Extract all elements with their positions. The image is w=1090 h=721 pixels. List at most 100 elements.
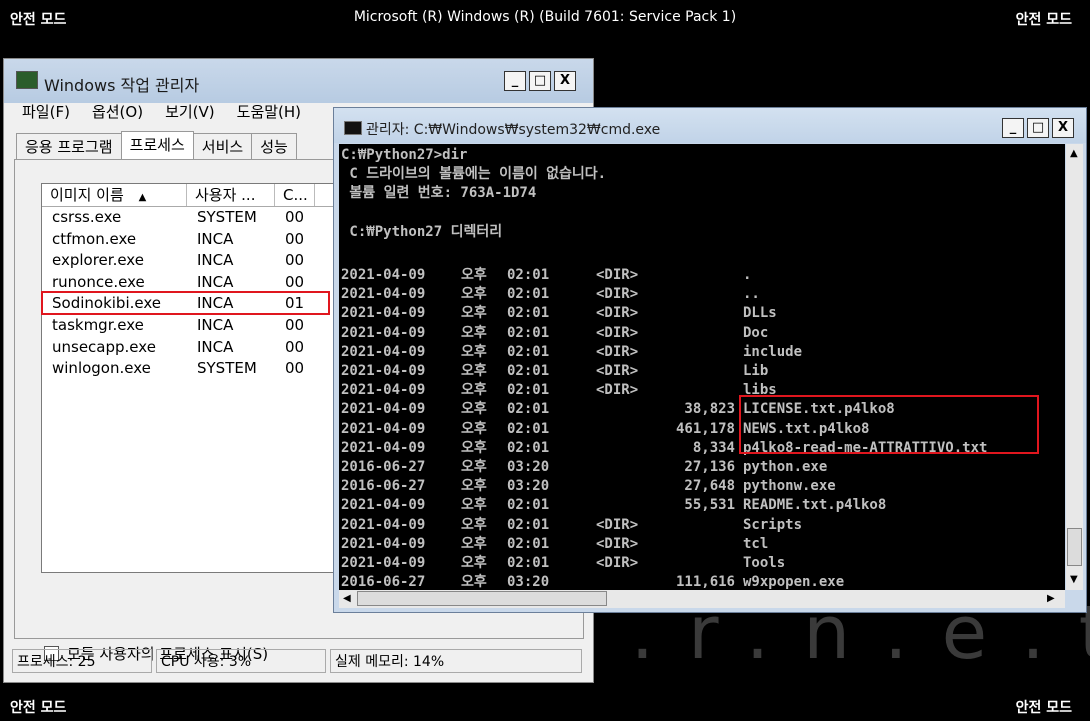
horizontal-scrollbar[interactable]: ◀ ▶ <box>339 590 1065 608</box>
entry-ampm: 오후 <box>461 382 487 399</box>
process-row[interactable]: winlogon.exe SYSTEM 00 <box>42 358 340 379</box>
entry-size: 55,531 <box>684 497 735 514</box>
process-name: csrss.exe <box>52 208 122 226</box>
entry-ampm: 오후 <box>461 535 487 552</box>
highlight-box-encrypted-files <box>739 395 1039 454</box>
entry-name: Scripts <box>743 516 803 533</box>
cmd-window: 관리자: C:₩Windows₩system32₩cmd.exe _ □ X C… <box>333 107 1087 613</box>
tab-applications[interactable]: 응용 프로그램 <box>16 133 122 162</box>
safe-mode-label-bottom-left: 안전 모드 <box>10 700 67 716</box>
minimize-button[interactable]: _ <box>504 71 526 91</box>
entry-date: 2016-06-27 <box>341 459 426 475</box>
entry-time: 02:01 <box>507 286 550 303</box>
process-row[interactable]: runonce.exe INCA 00 <box>42 272 340 293</box>
entry-time: 02:01 <box>507 420 550 437</box>
column-cpu[interactable]: C... <box>275 184 315 206</box>
entry-name: Tools <box>743 555 786 571</box>
minimize-button[interactable]: _ <box>1002 118 1024 138</box>
entry-date: 2021-04-09 <box>341 420 426 437</box>
process-user: INCA <box>197 272 234 291</box>
entry-date: 2021-04-09 <box>341 439 426 456</box>
entry-name: DLLs <box>743 305 777 322</box>
menu-file[interactable]: 파일(F) <box>22 101 70 122</box>
console-output[interactable]: C:₩Python27>dir C 드라이브의 볼륨에는 이름이 없습니다. 볼… <box>339 144 1065 590</box>
entry-name: README.txt.p4lko8 <box>743 497 887 514</box>
tab-performance[interactable]: 성능 <box>251 133 297 162</box>
entry-name: tcl <box>743 535 769 552</box>
entry-ampm: 오후 <box>461 286 487 303</box>
scroll-right-icon[interactable]: ▶ <box>1047 593 1055 604</box>
process-cpu: 00 <box>285 251 305 270</box>
process-user: SYSTEM <box>197 359 257 378</box>
column-user-name[interactable]: 사용자 ... <box>187 184 275 206</box>
maximize-button[interactable]: □ <box>529 71 551 91</box>
entry-time: 02:01 <box>507 555 550 571</box>
entry-ampm: 오후 <box>461 497 487 514</box>
column-image-name[interactable]: 이미지 이름 ▲ <box>42 184 187 206</box>
vertical-scrollbar[interactable]: ▲ ▼ <box>1066 144 1083 590</box>
menu-options[interactable]: 옵션(O) <box>92 101 143 122</box>
task-manager-icon <box>16 71 38 89</box>
process-row[interactable]: csrss.exe SYSTEM 00 <box>42 207 340 228</box>
entry-time: 03:20 <box>507 459 550 475</box>
entry-ampm: 오후 <box>461 459 487 475</box>
process-user: INCA <box>197 229 234 248</box>
scroll-left-icon[interactable]: ◀ <box>343 593 351 604</box>
process-cpu: 00 <box>285 208 305 226</box>
cmd-title: 관리자: C:₩Windows₩system32₩cmd.exe <box>366 122 661 138</box>
entry-date: 2021-04-09 <box>341 305 426 322</box>
entry-dir: <DIR> <box>596 535 639 552</box>
entry-time: 02:01 <box>507 497 550 514</box>
process-row[interactable]: unsecapp.exe INCA 00 <box>42 337 340 358</box>
status-cpu-usage: CPU 사용: 3% <box>156 649 326 673</box>
process-list[interactable]: 이미지 이름 ▲ 사용자 ... C... csrss.exe SYSTEM 00 c… <box>41 183 341 573</box>
entry-name: python.exe <box>743 459 828 475</box>
cmd-titlebar[interactable]: 관리자: C:₩Windows₩system32₩cmd.exe _ □ X <box>334 108 1086 143</box>
process-cpu: 00 <box>285 229 305 248</box>
vertical-scroll-thumb[interactable] <box>1067 528 1082 566</box>
entry-name: include <box>743 343 803 360</box>
tab-processes[interactable]: 프로세스 <box>120 131 194 160</box>
process-cpu: 00 <box>285 359 305 378</box>
process-row[interactable]: explorer.exe INCA 00 <box>42 250 340 271</box>
entry-date: 2016-06-27 <box>341 574 426 590</box>
entry-name: . <box>743 267 752 283</box>
status-memory: 실제 메모리: 14% <box>330 649 582 673</box>
entry-ampm: 오후 <box>461 478 487 495</box>
scroll-down-icon[interactable]: ▼ <box>1070 574 1078 585</box>
tab-bar: 응용 프로그램 프로세스 서비스 성능 <box>16 131 297 162</box>
entry-dir: <DIR> <box>596 555 639 571</box>
close-button[interactable]: X <box>1052 118 1074 138</box>
entry-ampm: 오후 <box>461 574 487 590</box>
status-process-count: 프로세스: 25 <box>12 649 152 673</box>
process-row[interactable]: ctfmon.exe INCA 00 <box>42 229 340 250</box>
menu-help[interactable]: 도움말(H) <box>237 101 301 122</box>
entry-time: 02:01 <box>507 382 550 399</box>
task-manager-titlebar[interactable]: Windows 작업 관리자 _ □ X <box>4 59 593 103</box>
entry-dir: <DIR> <box>596 286 639 303</box>
entry-date: 2021-04-09 <box>341 363 426 379</box>
entry-time: 02:01 <box>507 401 550 418</box>
horizontal-scroll-thumb[interactable] <box>357 591 607 606</box>
entry-ampm: 오후 <box>461 343 487 360</box>
entry-time: 02:01 <box>507 343 550 360</box>
scroll-up-icon[interactable]: ▲ <box>1070 148 1078 159</box>
process-name: runonce.exe <box>52 272 145 291</box>
process-row[interactable]: taskmgr.exe INCA 00 <box>42 315 340 336</box>
entry-ampm: 오후 <box>461 305 487 322</box>
maximize-button[interactable]: □ <box>1027 118 1049 138</box>
process-cpu: 00 <box>285 272 305 291</box>
menu-view[interactable]: 보기(V) <box>165 101 215 122</box>
close-button[interactable]: X <box>554 71 576 91</box>
entry-size: 27,136 <box>684 459 735 475</box>
process-cpu: 00 <box>285 337 305 356</box>
entry-time: 03:20 <box>507 478 550 495</box>
entry-date: 2021-04-09 <box>341 286 426 303</box>
entry-time: 02:01 <box>507 439 550 456</box>
entry-name: w9xpopen.exe <box>743 574 845 590</box>
process-user: INCA <box>197 251 234 270</box>
entry-date: 2021-04-09 <box>341 343 426 360</box>
entry-date: 2021-04-09 <box>341 401 426 418</box>
tab-services[interactable]: 서비스 <box>192 133 253 162</box>
entry-name: pythonw.exe <box>743 478 836 495</box>
